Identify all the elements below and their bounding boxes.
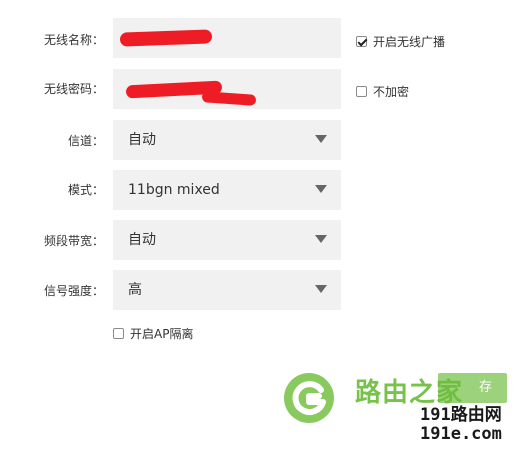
mode-select[interactable]: 11bgn mixed [113, 170, 341, 210]
watermark-site-name: 191路由网 [420, 405, 502, 425]
channel-value: 自动 [128, 132, 156, 148]
save-button-label: 存 [478, 380, 492, 395]
chevron-down-icon [315, 285, 327, 293]
channel-label: 信道： [67, 134, 104, 148]
broadcast-label: 开启无线广播 [373, 35, 446, 49]
wireless-settings-form: 无线名称： 开启无线广播 无线密码： 6 不加密 信道： 自动 模式： 11bg… [0, 0, 528, 453]
bandwidth-label: 频段带宽： [43, 234, 104, 248]
mode-value: 11bgn mixed [128, 182, 220, 198]
channel-select[interactable]: 自动 [113, 120, 341, 160]
broadcast-option[interactable]: 开启无线广播 [356, 33, 445, 50]
ap-isolation-checkbox[interactable] [113, 328, 124, 339]
mode-label: 模式： [67, 183, 104, 197]
bandwidth-value: 自动 [128, 232, 156, 248]
no-encrypt-option[interactable]: 不加密 [356, 83, 409, 100]
no-encrypt-label: 不加密 [373, 85, 410, 99]
password-label: 无线密码： [43, 82, 104, 96]
chevron-down-icon [315, 135, 327, 143]
chevron-down-icon [315, 185, 327, 193]
bandwidth-select[interactable]: 自动 [113, 220, 341, 260]
ssid-label: 无线名称： [43, 33, 104, 47]
chevron-down-icon [315, 235, 327, 243]
signal-select[interactable]: 高 [113, 270, 341, 310]
ap-isolation-option[interactable]: 开启AP隔离 [113, 325, 193, 342]
broadcast-checkbox[interactable] [356, 36, 367, 47]
watermark-brand-name: 路由之家 [355, 378, 464, 408]
signal-value: 高 [128, 282, 142, 298]
no-encrypt-checkbox[interactable] [356, 86, 367, 97]
watermark-site-url: 191e.com [420, 424, 502, 444]
router-home-logo-icon [284, 373, 334, 423]
signal-label: 信号强度： [43, 284, 104, 298]
ap-isolation-label: 开启AP隔离 [130, 327, 194, 341]
